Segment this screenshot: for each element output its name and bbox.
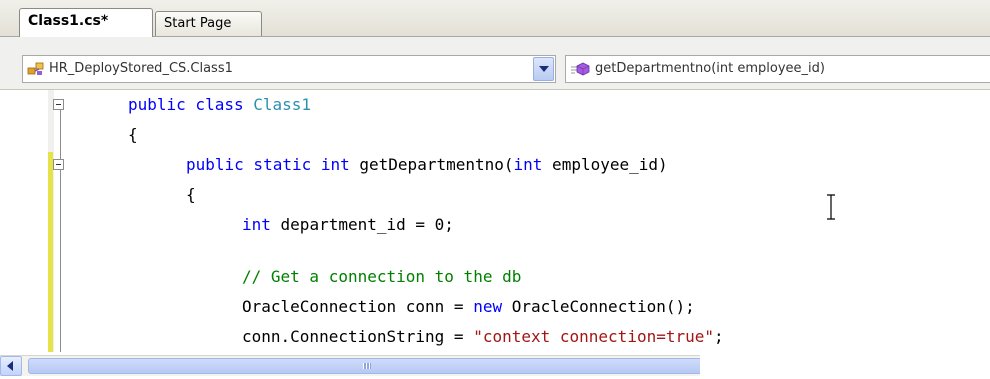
type-combo-dropdown-button[interactable] xyxy=(533,57,554,81)
member-combo[interactable]: getDepartmentno(int employee_id) xyxy=(565,55,990,83)
type-combo-value: HR_DeployStored_CS.Class1 xyxy=(49,61,233,76)
horizontal-scrollbar[interactable] xyxy=(0,355,702,376)
code-line: { xyxy=(128,120,138,150)
code-token: new xyxy=(473,297,503,316)
tab-class1-cs[interactable]: Class1.cs* xyxy=(19,8,153,37)
text-cursor-icon xyxy=(827,194,835,220)
grip-icon xyxy=(363,363,371,369)
code-token: employee_id) xyxy=(542,155,668,174)
code-token: OracleConnection conn = xyxy=(242,297,474,316)
code-token: public class xyxy=(128,95,254,114)
code-line: public static int getDepartmentno(int em… xyxy=(186,150,668,180)
code-token: Class1 xyxy=(253,95,312,114)
scrollbar-thumb[interactable] xyxy=(28,358,702,374)
code-token: { xyxy=(186,185,196,204)
code-token: getDepartmentno( xyxy=(359,155,514,174)
code-line: public class Class1 xyxy=(128,90,311,120)
code-line: { xyxy=(186,180,196,210)
collapse-method-icon[interactable] xyxy=(53,159,64,170)
member-combo-value: getDepartmentno(int employee_id) xyxy=(595,61,825,76)
code-line: // Get a connection to the db xyxy=(242,262,521,292)
code-editor[interactable]: public class Class1 { public static int … xyxy=(0,90,990,352)
method-icon xyxy=(571,62,590,76)
tab-start-page[interactable]: Start Page xyxy=(155,11,262,36)
code-token: OracleConnection(); xyxy=(502,297,695,316)
code-line: conn.ConnectionString = "context connect… xyxy=(242,322,724,352)
arrow-left-icon xyxy=(7,361,13,371)
scrollbar-corner xyxy=(700,355,990,379)
code-token: int xyxy=(242,215,271,234)
collapse-class-icon[interactable] xyxy=(53,99,64,110)
document-tab-strip: Class1.cs* Start Page xyxy=(0,0,990,37)
code-token: ; xyxy=(714,327,724,346)
outline-guide xyxy=(60,104,61,352)
code-line: OracleConnection conn = new OracleConnec… xyxy=(242,292,695,322)
type-combo[interactable]: HR_DeployStored_CS.Class1 xyxy=(22,55,556,83)
code-token: { xyxy=(128,125,138,144)
change-marker xyxy=(48,152,53,352)
code-token: // Get a connection to the db xyxy=(242,267,522,286)
code-token: department_id = 0; xyxy=(270,215,454,234)
code-token: "context connection=true" xyxy=(473,327,715,346)
code-token: conn.ConnectionString = xyxy=(242,327,474,346)
class-icon xyxy=(27,62,44,75)
code-token: public static int xyxy=(186,155,360,174)
code-line: int department_id = 0; xyxy=(242,210,454,240)
chevron-down-icon xyxy=(539,66,549,72)
code-token: int xyxy=(513,155,543,174)
navigation-bar: HR_DeployStored_CS.Class1 getDepartmentn… xyxy=(0,37,990,90)
scroll-left-button[interactable] xyxy=(0,356,22,376)
